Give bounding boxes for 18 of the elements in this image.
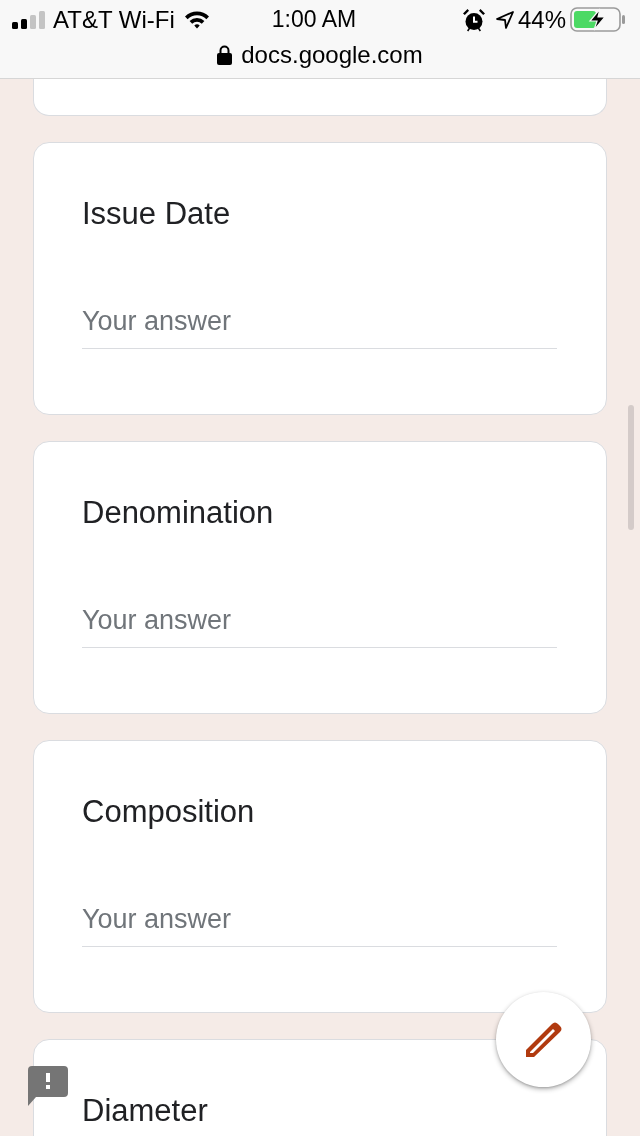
answer-field[interactable]: Your answer (82, 603, 557, 648)
answer-field[interactable]: Your answer (82, 902, 557, 947)
question-title: Composition (82, 794, 256, 830)
page-url: docs.google.com (241, 40, 423, 69)
battery-percent: 44% (517, 5, 566, 34)
lock-icon (217, 44, 233, 65)
feedback-icon[interactable] (28, 1066, 68, 1106)
location-arrow-icon (495, 10, 514, 29)
signal-icon (12, 10, 46, 29)
carrier-name: AT&T Wi-Fi (53, 5, 175, 34)
question-title: Diameter (82, 1093, 209, 1129)
pencil-icon (524, 1021, 563, 1058)
question-title: Denomination (82, 495, 275, 531)
alarm-clock-icon (461, 7, 486, 32)
clock-time: 1:00 AM (271, 5, 357, 34)
question-title: Issue Date (82, 196, 232, 232)
answer-field[interactable]: Your answer (82, 304, 557, 349)
wifi-icon (183, 10, 210, 29)
